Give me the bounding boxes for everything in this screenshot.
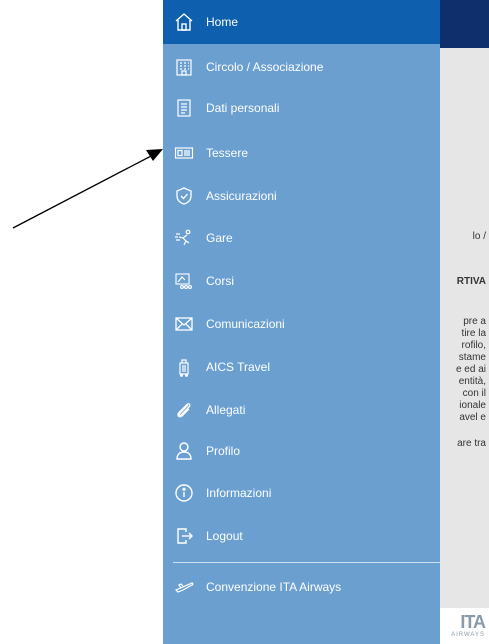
annotation-arrow	[12, 149, 163, 229]
